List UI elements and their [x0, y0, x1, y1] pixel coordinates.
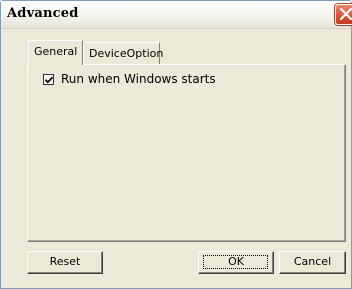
- run-on-startup-checkbox[interactable]: [43, 73, 54, 85]
- reset-button[interactable]: Reset: [27, 251, 103, 274]
- run-on-startup-label: Run when Windows starts: [61, 72, 216, 86]
- general-tab-panel: [27, 64, 346, 242]
- close-button[interactable]: [335, 4, 352, 25]
- tab-deviceoption[interactable]: DeviceOption: [83, 42, 163, 64]
- window-title: Advanced: [7, 6, 79, 21]
- run-on-startup-option[interactable]: Run when Windows starts: [43, 71, 216, 87]
- focus-rectangle: [203, 255, 268, 269]
- tab-general[interactable]: General: [28, 40, 83, 65]
- cancel-button[interactable]: Cancel: [279, 251, 346, 274]
- title-bar[interactable]: Advanced: [1, 1, 352, 29]
- ok-button[interactable]: OK: [198, 251, 274, 274]
- advanced-dialog: Advanced General DeviceOption Run when W…: [0, 0, 352, 289]
